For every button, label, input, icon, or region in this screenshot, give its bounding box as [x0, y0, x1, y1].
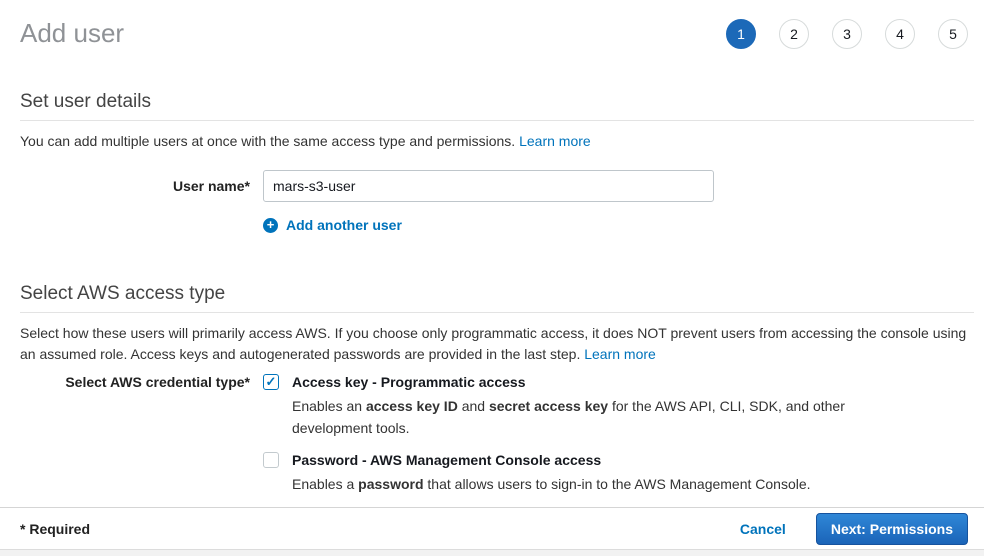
option-programmatic-access: ✓ Access key - Programmatic access Enabl… — [263, 373, 848, 439]
page-title: Add user — [20, 18, 124, 49]
step-circle-3: 3 — [832, 19, 862, 49]
user-name-input[interactable] — [263, 170, 714, 202]
access-type-intro-text: Select how these users will primarily ac… — [20, 325, 966, 362]
learn-more-link-user-details[interactable]: Learn more — [519, 133, 591, 149]
step-circle-2: 2 — [779, 19, 809, 49]
section-heading-access-type: Select AWS access type — [20, 283, 974, 313]
desc-part: Enables a — [292, 476, 358, 492]
programmatic-access-texts: Access key - Programmatic access Enables… — [292, 373, 848, 439]
credential-type-label: Select AWS credential type* — [20, 373, 250, 507]
wizard-header: Add user 12345 — [0, 0, 984, 49]
set-user-details-section: Set user details You can add multiple us… — [20, 91, 974, 233]
desc-part: access key ID — [366, 398, 458, 414]
section-heading-user-details: Set user details — [20, 91, 974, 121]
desc-part: secret access key — [489, 398, 608, 414]
console-access-texts: Password - AWS Management Console access… — [292, 451, 811, 495]
user-details-intro-text: You can add multiple users at once with … — [20, 133, 519, 149]
console-access-title: Password - AWS Management Console access — [292, 451, 811, 469]
desc-part: that allows users to sign-in to the AWS … — [424, 476, 811, 492]
footer-actions: Cancel Next: Permissions — [740, 513, 968, 545]
step-indicator: 12345 — [726, 19, 968, 49]
wizard-footer: * Required Cancel Next: Permissions — [0, 507, 984, 549]
required-note: * Required — [20, 521, 90, 537]
user-name-field-wrap — [263, 170, 714, 202]
add-another-user-label: Add another user — [286, 217, 402, 233]
step-circle-5: 5 — [938, 19, 968, 49]
console-access-checkbox[interactable] — [263, 452, 279, 468]
programmatic-access-title: Access key - Programmatic access — [292, 373, 848, 391]
page-bottom-strip — [0, 549, 984, 556]
cancel-button[interactable]: Cancel — [740, 521, 786, 537]
step-circle-4: 4 — [885, 19, 915, 49]
programmatic-access-checkbox[interactable]: ✓ — [263, 374, 279, 390]
wizard-content: Set user details You can add multiple us… — [0, 91, 984, 507]
credential-options: ✓ Access key - Programmatic access Enabl… — [263, 373, 848, 507]
access-type-section: Select AWS access type Select how these … — [20, 283, 974, 507]
user-name-row: User name* — [20, 170, 974, 202]
plus-circle-icon: + — [263, 218, 278, 233]
user-details-intro: You can add multiple users at once with … — [20, 131, 974, 152]
console-access-desc: Enables a password that allows users to … — [292, 473, 811, 495]
credential-type-row: Select AWS credential type* ✓ Access key… — [20, 373, 974, 507]
next-permissions-button[interactable]: Next: Permissions — [816, 513, 968, 545]
add-another-user-button[interactable]: + Add another user — [263, 217, 402, 233]
desc-part: password — [358, 476, 423, 492]
programmatic-access-desc: Enables an access key ID and secret acce… — [292, 395, 848, 439]
access-type-intro: Select how these users will primarily ac… — [20, 323, 974, 365]
step-circle-1: 1 — [726, 19, 756, 49]
user-name-label: User name* — [20, 170, 250, 202]
option-console-access: Password - AWS Management Console access… — [263, 451, 848, 495]
desc-part: Enables an — [292, 398, 366, 414]
learn-more-link-access-type[interactable]: Learn more — [584, 346, 656, 362]
desc-part: and — [458, 398, 489, 414]
